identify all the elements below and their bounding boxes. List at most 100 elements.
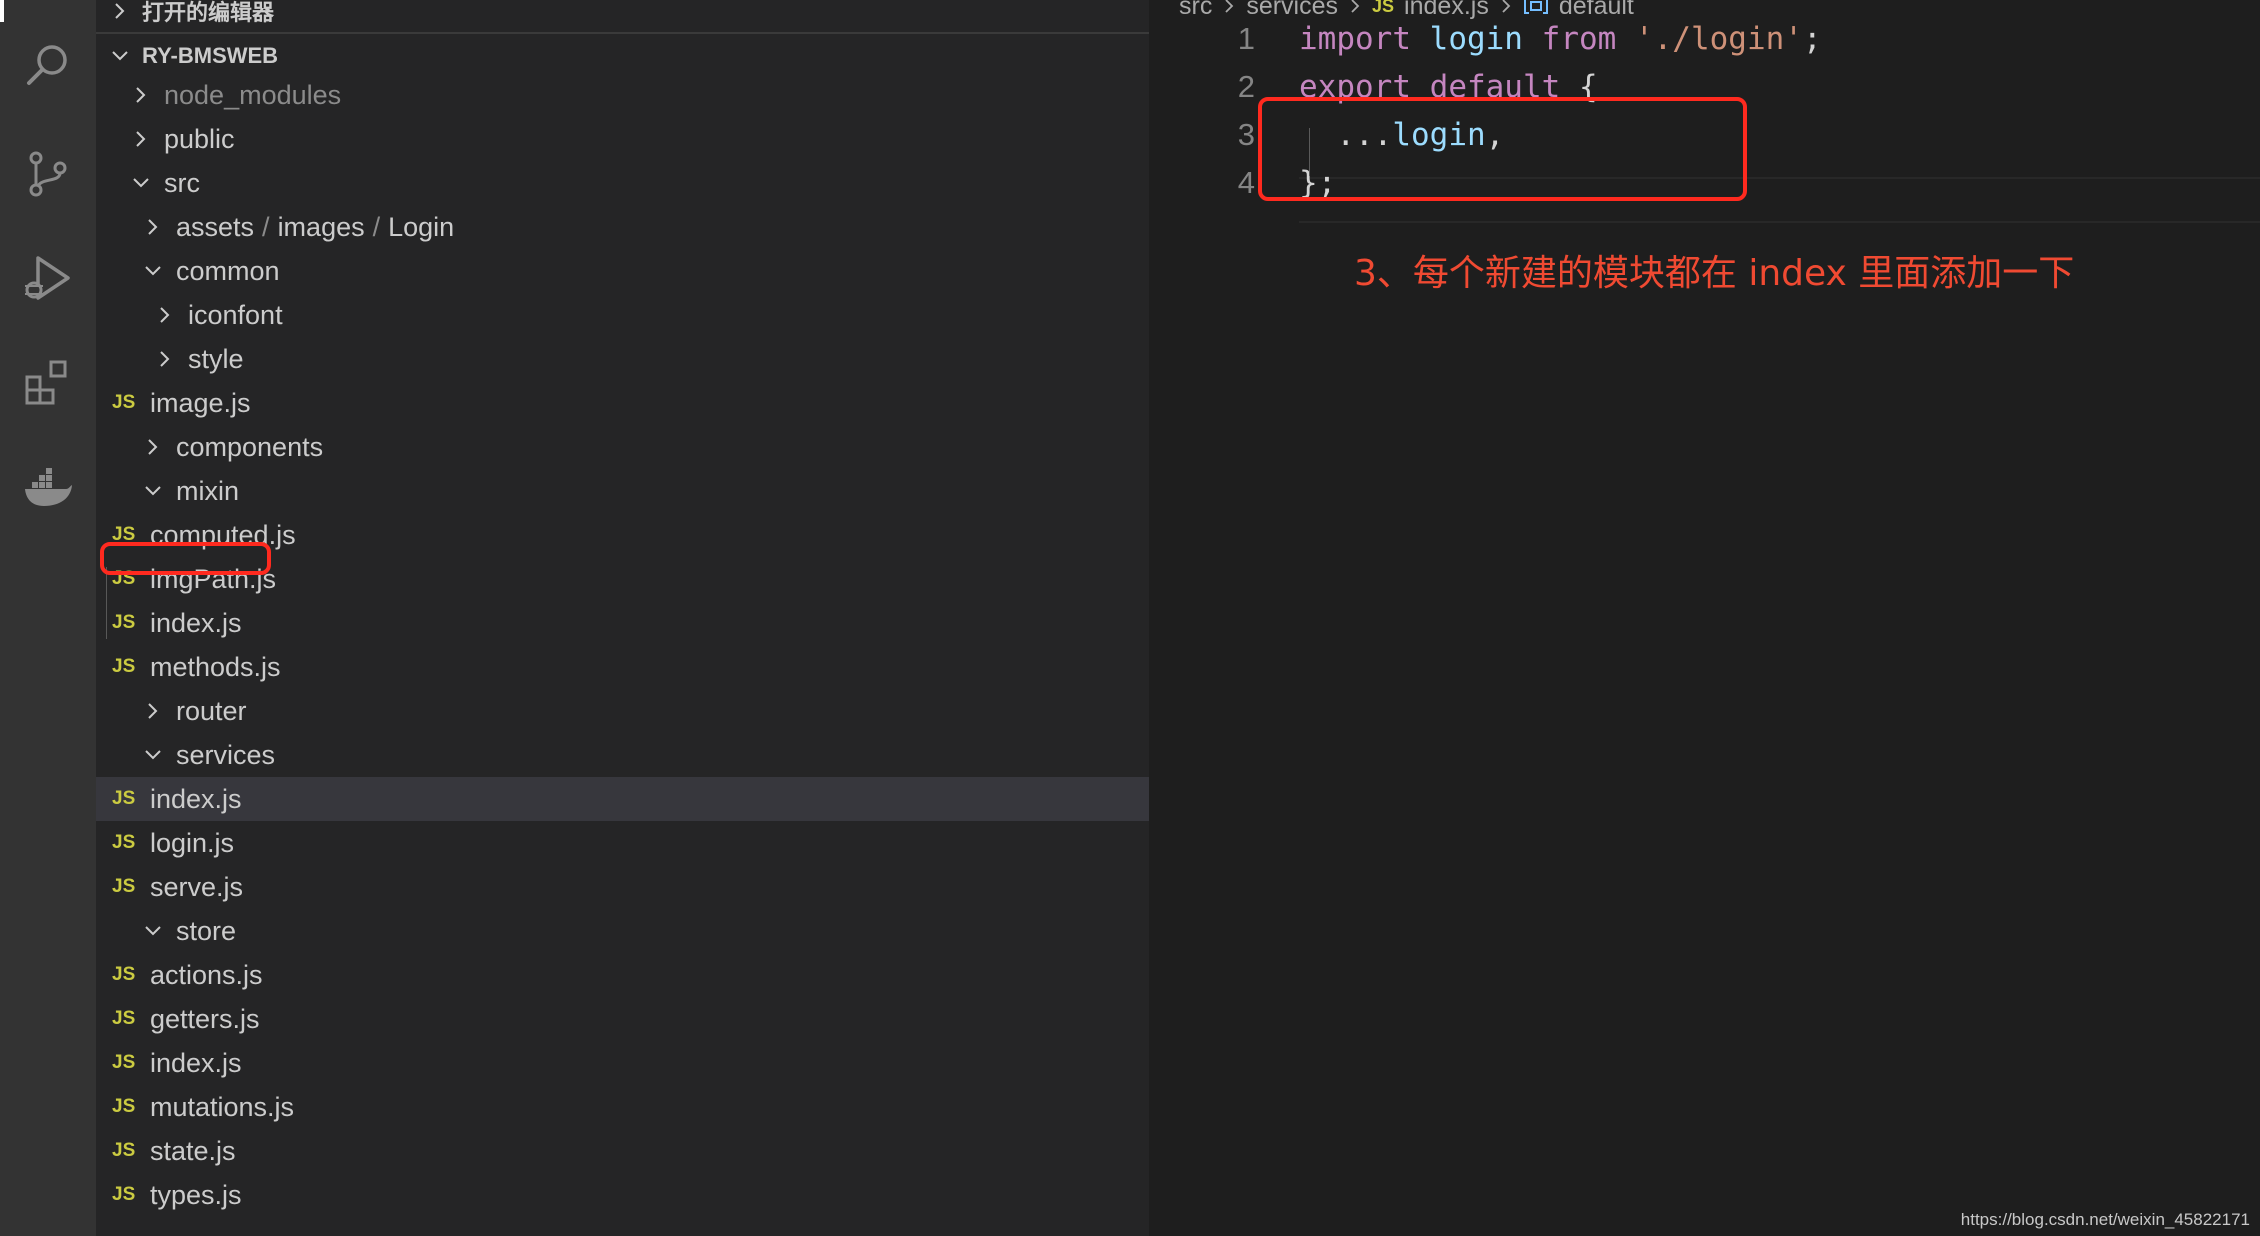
folder-item[interactable]: router <box>96 689 1149 733</box>
file-item[interactable]: JS methods.js <box>96 645 1149 689</box>
run-debug-icon[interactable] <box>20 250 76 306</box>
line-number: 3 <box>1237 117 1255 152</box>
highlight-box-code <box>1258 97 1747 201</box>
tree-item-label: style <box>188 343 244 374</box>
js-file-icon: JS <box>112 832 136 853</box>
js-file-icon: JS <box>112 1008 136 1029</box>
chevron-down-icon <box>145 926 161 936</box>
active-indicator <box>0 0 4 22</box>
tree-item-label: state.js <box>150 1135 236 1166</box>
folder-item[interactable]: src <box>96 161 1149 205</box>
code-line[interactable]: 1 import login from './login'; <box>1149 15 2260 63</box>
chevron-right-icon <box>115 3 125 19</box>
chevron-right-icon <box>160 351 170 367</box>
folder-item[interactable]: common <box>96 249 1149 293</box>
file-item[interactable]: JS actions.js <box>96 953 1149 997</box>
tree-item-label: getters.js <box>150 1003 260 1034</box>
path-separator: / <box>372 211 381 242</box>
indent-guide <box>106 567 107 639</box>
js-file-icon: JS <box>112 612 136 633</box>
explorer-sidebar: 打开的编辑器 RY-BMSWEB node_modulespublic src as… <box>96 0 1149 1236</box>
chevron-right-icon <box>148 219 158 235</box>
path-segment: Login <box>388 211 455 242</box>
extensions-icon[interactable] <box>20 354 76 410</box>
folder-item[interactable]: mixin <box>96 469 1149 513</box>
tree-item-label: index.js <box>150 1047 242 1078</box>
tree-item-label: public <box>164 123 235 154</box>
chevron-right-icon <box>136 87 146 103</box>
chevron-down-icon <box>133 178 149 188</box>
folder-item[interactable]: node_modules <box>96 73 1149 117</box>
tree-item-label: router <box>176 695 247 726</box>
file-item[interactable]: JS index.js <box>96 1041 1149 1085</box>
tree-item-label: index.js <box>150 607 242 638</box>
js-file-icon: JS <box>112 788 136 809</box>
tree-item-label: serve.js <box>150 871 244 902</box>
file-item[interactable]: JS getters.js <box>96 997 1149 1041</box>
tree-item-label: types.js <box>150 1179 242 1210</box>
line-number: 4 <box>1237 165 1255 200</box>
tree-item-label: mutations.js <box>150 1091 295 1122</box>
source-control-icon[interactable] <box>20 146 76 202</box>
code-content: import login from './login'; <box>1299 21 1822 57</box>
chevron-right-icon <box>148 439 158 455</box>
tree-item-label: iconfont <box>188 299 283 330</box>
code-token: './login' <box>1634 21 1803 57</box>
tree-item-label: actions.js <box>150 959 263 990</box>
chevron-right-icon <box>1351 0 1360 13</box>
chevron-down-icon <box>112 51 128 61</box>
js-file-icon: JS <box>112 656 136 677</box>
tree-item-label: store <box>176 915 237 946</box>
highlight-box-index-file <box>100 542 271 575</box>
tree-item-label: login.js <box>150 827 235 858</box>
tree-item-label: index.js <box>150 783 242 814</box>
tree-item-label: node_modules <box>164 79 342 110</box>
chevron-right-icon <box>136 131 146 147</box>
file-item[interactable]: JS mutations.js <box>96 1085 1149 1129</box>
watermark: https://blog.csdn.net/weixin_45822171 <box>1960 1210 2250 1229</box>
chevron-right-icon <box>148 703 158 719</box>
folder-item[interactable]: components <box>96 425 1149 469</box>
tree-item-label: services <box>176 739 276 770</box>
file-item[interactable]: JS types.js <box>96 1173 1149 1217</box>
path-separator: / <box>262 211 270 242</box>
code-token: import <box>1299 21 1411 57</box>
tree-item-label: assets / images / Login <box>176 212 454 243</box>
symbol-variable-icon <box>1523 0 1548 14</box>
folder-item[interactable]: assets / images / Login <box>96 205 1149 249</box>
folder-item[interactable]: services <box>96 733 1149 777</box>
code-token: ; <box>1802 21 1822 57</box>
folder-item[interactable]: public <box>96 117 1149 161</box>
docker-icon[interactable] <box>20 460 76 516</box>
open-editors-header[interactable]: 打开的编辑器 <box>96 0 1149 34</box>
open-editors-label: 打开的编辑器 <box>142 0 275 25</box>
root-folder-label: RY-BMSWEB <box>142 43 279 68</box>
js-file-icon: JS <box>112 1140 136 1161</box>
chevron-down-icon <box>145 486 161 496</box>
folder-item[interactable]: style <box>96 337 1149 381</box>
chevron-right-icon <box>1502 0 1511 13</box>
root-folder-header[interactable]: RY-BMSWEB <box>96 34 1149 78</box>
code-token: from <box>1541 21 1617 57</box>
tree-item-label: src <box>164 167 200 198</box>
path-segment: assets <box>176 211 255 242</box>
folder-item[interactable]: iconfont <box>96 293 1149 337</box>
tree-item-label: mixin <box>176 475 240 506</box>
file-item[interactable]: JS index.js <box>96 601 1149 645</box>
folder-item[interactable]: store <box>96 909 1149 953</box>
line-number: 1 <box>1237 21 1255 56</box>
file-item[interactable]: JS serve.js <box>96 865 1149 909</box>
file-item[interactable]: JS index.js <box>96 777 1149 821</box>
file-item[interactable]: JS image.js <box>96 381 1149 425</box>
file-item[interactable]: JS login.js <box>96 821 1149 865</box>
js-file-icon: JS <box>112 1096 136 1117</box>
annotation-text: 3、每个新建的模块都在 index 里面添加一下 <box>1354 253 2075 294</box>
activity-bar <box>0 0 96 1236</box>
search-icon[interactable] <box>20 38 76 94</box>
js-file-icon: JS <box>112 1184 136 1205</box>
chevron-right-icon <box>1225 0 1234 13</box>
tree-item-label: image.js <box>150 387 251 418</box>
file-item[interactable]: JS state.js <box>96 1129 1149 1173</box>
code-token: login <box>1429 21 1523 57</box>
